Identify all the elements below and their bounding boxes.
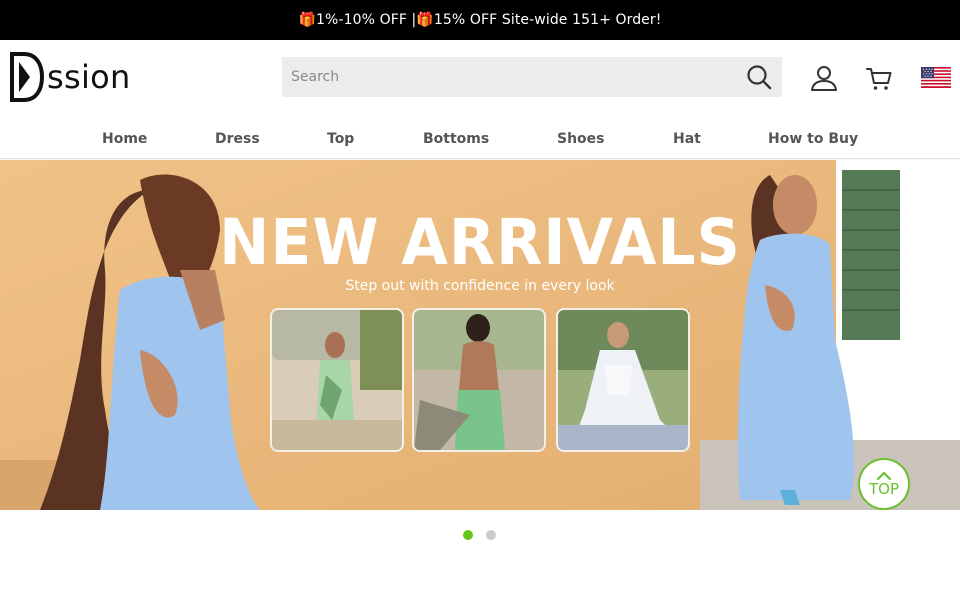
logo-text: ssion: [47, 58, 131, 96]
back-to-top-button[interactable]: TOP: [858, 458, 910, 510]
us-flag-icon: [921, 67, 951, 88]
search-bar: [282, 57, 782, 97]
search-icon: [747, 65, 772, 90]
account-button[interactable]: [808, 62, 840, 94]
search-button[interactable]: [744, 62, 774, 92]
site-header: ssion: [0, 40, 960, 120]
cart-button[interactable]: [863, 62, 895, 94]
nav-item-dress[interactable]: Dress: [215, 131, 260, 147]
carousel-pagination: [463, 530, 496, 540]
banner-title: NEW ARRIVALS: [219, 206, 741, 280]
nav-item-shoes[interactable]: Shoes: [557, 131, 605, 147]
thumbnail-image[interactable]: [412, 308, 546, 452]
nav-item-bottoms[interactable]: Bottoms: [423, 131, 489, 147]
back-to-top-label: TOP: [868, 480, 899, 498]
cart-icon: [866, 68, 892, 90]
banner-subtitle: Step out with confidence in every look: [345, 278, 615, 294]
promo-text: 🎁1%-10% OFF |🎁15% OFF Site-wide 151+ Ord…: [298, 12, 662, 28]
nav-item-top[interactable]: Top: [327, 131, 354, 147]
nav-item-how-to-buy[interactable]: How to Buy: [768, 131, 858, 147]
search-input[interactable]: [282, 57, 722, 97]
promo-bar: 🎁1%-10% OFF |🎁15% OFF Site-wide 151+ Ord…: [0, 0, 960, 40]
thumbnail-image[interactable]: [556, 308, 690, 452]
thumbnail-image[interactable]: [270, 308, 404, 452]
logo-mark-icon: [10, 52, 44, 102]
main-nav: Home Dress Top Bottoms Shoes Hat How to …: [0, 120, 960, 159]
nav-item-hat[interactable]: Hat: [673, 131, 701, 147]
nav-item-home[interactable]: Home: [102, 131, 147, 147]
user-icon: [811, 66, 837, 91]
hero-banner[interactable]: NEW ARRIVALS Step out with confidence in…: [0, 160, 960, 510]
site-logo[interactable]: ssion: [10, 52, 131, 102]
carousel-dot[interactable]: [463, 530, 473, 540]
carousel-dot[interactable]: [486, 530, 496, 540]
country-selector[interactable]: [921, 67, 951, 88]
